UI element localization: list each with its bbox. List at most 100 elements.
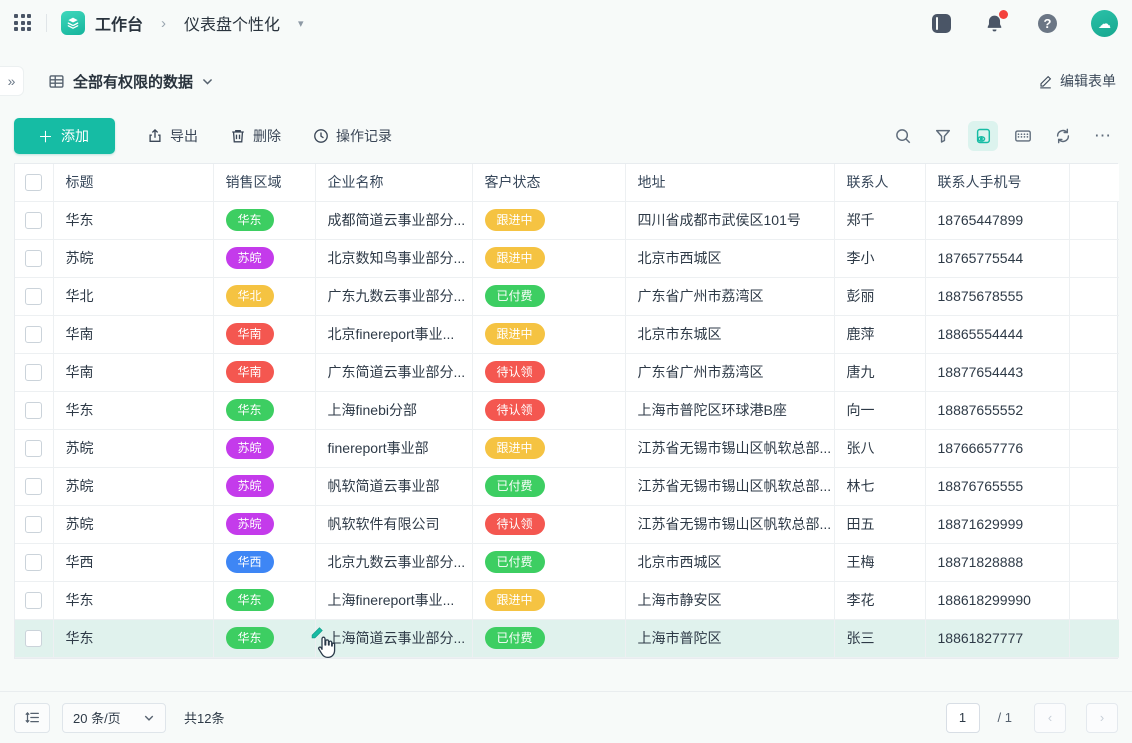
table-row[interactable]: 华北 华北 广东九数云事业部分... 已付费 广东省广州市荔湾区 彭丽 1887… xyxy=(15,277,1119,315)
top-bar: 工作台 › 仪表盘个性化 ▾ ? ☁ xyxy=(0,0,1132,46)
cell-filler xyxy=(1069,467,1119,505)
row-checkbox[interactable] xyxy=(25,402,42,419)
row-checkbox[interactable] xyxy=(25,364,42,381)
expand-sidebar-button[interactable]: » xyxy=(0,66,24,96)
notifications-button[interactable] xyxy=(985,14,1004,33)
view-header: » 全部有权限的数据 编辑表单 xyxy=(0,62,1132,100)
cell-company: 帆软简道云事业部 xyxy=(315,467,472,505)
table-row[interactable]: 华东 华东 成都简道云事业部分... 跟进中 四川省成都市武侯区101号 郑千 … xyxy=(15,201,1119,239)
trash-icon xyxy=(230,128,246,144)
row-checkbox[interactable] xyxy=(25,288,42,305)
cell-contact: 张三 xyxy=(834,619,925,657)
status-badge: 已付费 xyxy=(485,285,545,307)
row-checkbox[interactable] xyxy=(25,630,42,647)
filter-button[interactable] xyxy=(928,121,958,151)
cell-address: 上海市普陀区环球港B座 xyxy=(625,391,834,429)
cell-address: 广东省广州市荔湾区 xyxy=(625,353,834,391)
help-button[interactable]: ? xyxy=(1038,14,1057,33)
status-badge: 跟进中 xyxy=(485,323,545,345)
filter-icon xyxy=(934,127,952,145)
table-row[interactable]: 苏皖 苏皖 帆软软件有限公司 待认领 江苏省无锡市锡山区帆软总部... 田五 1… xyxy=(15,505,1119,543)
prev-page-button[interactable]: ‹ xyxy=(1034,703,1066,733)
row-checkbox[interactable] xyxy=(25,440,42,457)
table-row[interactable]: 华东 华东 上海简道云事业部分... 已付费 上海市普陀区 张三 1886182… xyxy=(15,619,1119,657)
app-logo-icon[interactable] xyxy=(61,11,85,35)
cell-contact: 李小 xyxy=(834,239,925,277)
next-page-button[interactable]: › xyxy=(1086,703,1118,733)
table-row[interactable]: 华东 华东 上海finereport事业... 跟进中 上海市静安区 李花 18… xyxy=(15,581,1119,619)
cell-title: 华东 xyxy=(53,391,213,429)
page-title-caret-icon[interactable]: ▾ xyxy=(298,17,304,30)
table-row[interactable]: 苏皖 苏皖 finereport事业部 跟进中 江苏省无锡市锡山区帆软总部...… xyxy=(15,429,1119,467)
table-row[interactable]: 苏皖 苏皖 北京数知鸟事业部分... 跟进中 北京市西城区 李小 1876577… xyxy=(15,239,1119,277)
chevron-down-icon xyxy=(201,75,214,88)
cell-address: 江苏省无锡市锡山区帆软总部... xyxy=(625,505,834,543)
row-checkbox[interactable] xyxy=(25,554,42,571)
refresh-icon xyxy=(1054,127,1072,145)
delete-button[interactable]: 删除 xyxy=(230,126,281,146)
search-button[interactable] xyxy=(888,121,918,151)
page-number-input[interactable] xyxy=(946,703,980,733)
cell-contact: 田五 xyxy=(834,505,925,543)
row-checkbox[interactable] xyxy=(25,212,42,229)
table-row[interactable]: 华南 华南 广东简道云事业部分... 待认领 广东省广州市荔湾区 唐九 1887… xyxy=(15,353,1119,391)
select-all-checkbox[interactable] xyxy=(25,174,42,191)
pagination-bar: 20 条/页 共12条 / 1 ‹ › xyxy=(0,691,1132,743)
cell-filler xyxy=(1069,277,1119,315)
cell-filler xyxy=(1069,619,1119,657)
status-badge: 已付费 xyxy=(485,627,545,649)
cell-address: 江苏省无锡市锡山区帆软总部... xyxy=(625,429,834,467)
row-checkbox[interactable] xyxy=(25,516,42,533)
cell-address: 广东省广州市荔湾区 xyxy=(625,277,834,315)
app-launcher-icon[interactable] xyxy=(14,14,32,32)
page-size-select[interactable]: 20 条/页 xyxy=(62,703,166,733)
cell-contact: 唐九 xyxy=(834,353,925,391)
edit-form-button[interactable]: 编辑表单 xyxy=(1038,71,1116,91)
cell-contact: 郑千 xyxy=(834,201,925,239)
view-switcher[interactable]: 全部有权限的数据 xyxy=(48,71,214,92)
cell-address: 四川省成都市武侯区101号 xyxy=(625,201,834,239)
question-mark-icon: ? xyxy=(1044,16,1052,31)
column-header-filler xyxy=(1069,164,1119,201)
cell-address: 上海市普陀区 xyxy=(625,619,834,657)
status-badge: 待认领 xyxy=(485,399,545,421)
cell-title: 苏皖 xyxy=(53,467,213,505)
row-checkbox[interactable] xyxy=(25,592,42,609)
page-title[interactable]: 仪表盘个性化 xyxy=(184,11,280,35)
journal-icon[interactable] xyxy=(932,14,951,33)
region-badge: 华南 xyxy=(226,323,274,345)
cell-phone: 18887655552 xyxy=(925,391,1069,429)
workbench-link[interactable]: 工作台 xyxy=(95,11,143,35)
column-header-company: 企业名称 xyxy=(315,164,472,201)
row-height-button[interactable] xyxy=(14,703,50,733)
history-button[interactable]: 操作记录 xyxy=(313,126,392,146)
view-title: 全部有权限的数据 xyxy=(73,71,193,92)
cell-company: 北京九数云事业部分... xyxy=(315,543,472,581)
refresh-button[interactable] xyxy=(1048,121,1078,151)
status-badge: 已付费 xyxy=(485,475,545,497)
table-row[interactable]: 华西 华西 北京九数云事业部分... 已付费 北京市西城区 王梅 1887182… xyxy=(15,543,1119,581)
card-view-button[interactable] xyxy=(968,121,998,151)
column-header-phone: 联系人手机号 xyxy=(925,164,1069,201)
more-button[interactable]: ⋯ xyxy=(1088,121,1118,151)
cloud-icon: ☁ xyxy=(1098,18,1111,29)
add-button[interactable]: ＋ 添加 xyxy=(14,118,115,154)
card-eye-icon xyxy=(974,127,992,145)
page-size-value: 20 条/页 xyxy=(73,708,121,727)
export-button[interactable]: 导出 xyxy=(147,126,198,146)
cell-filler xyxy=(1069,505,1119,543)
table-row[interactable]: 华南 华南 北京finereport事业... 跟进中 北京市东城区 鹿萍 18… xyxy=(15,315,1119,353)
table-row[interactable]: 华东 华东 上海finebi分部 待认领 上海市普陀区环球港B座 向一 1888… xyxy=(15,391,1119,429)
row-checkbox[interactable] xyxy=(25,250,42,267)
history-button-label: 操作记录 xyxy=(336,126,392,146)
field-settings-button[interactable] xyxy=(1008,121,1038,151)
cell-contact: 林七 xyxy=(834,467,925,505)
status-badge: 跟进中 xyxy=(485,247,545,269)
delete-button-label: 删除 xyxy=(253,126,281,146)
row-checkbox[interactable] xyxy=(25,478,42,495)
row-checkbox[interactable] xyxy=(25,326,42,343)
table-row[interactable]: 苏皖 苏皖 帆软简道云事业部 已付费 江苏省无锡市锡山区帆软总部... 林七 1… xyxy=(15,467,1119,505)
cell-title: 华东 xyxy=(53,201,213,239)
user-avatar[interactable]: ☁ xyxy=(1091,10,1118,37)
cell-filler xyxy=(1069,353,1119,391)
